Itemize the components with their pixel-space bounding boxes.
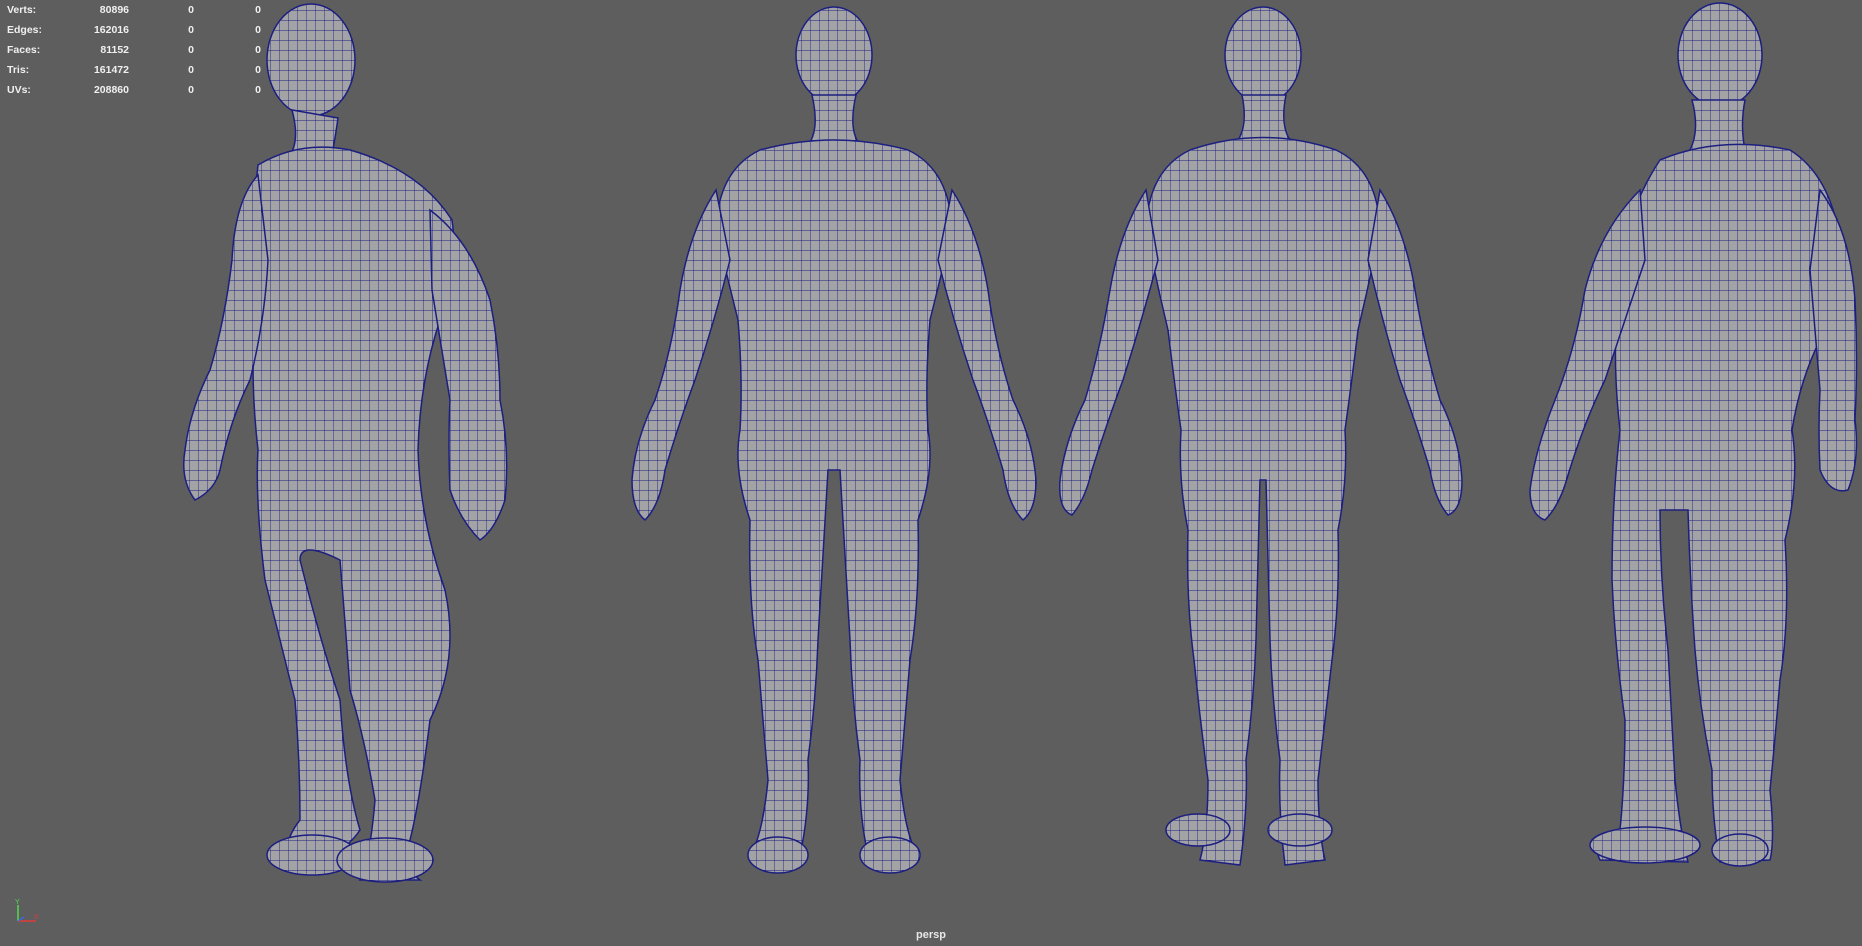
hud-row-edges: Edges: 162016 0 0 [7,20,261,40]
hud-total: 208860 [93,84,129,96]
hud-selected: 0 [188,44,194,56]
mesh-model-three-quarter-back[interactable] [1529,2,1858,867]
mesh-model-three-quarter-front[interactable] [183,3,508,883]
camera-name-label: persp [916,929,946,941]
scene-svg[interactable] [0,0,1862,946]
hud-row-verts: Verts: 80896 0 0 [7,0,261,20]
axis-x-label: X [34,914,39,921]
hud-selected: 0 [188,64,194,76]
axis-gizmo-icon: Y X [15,899,39,922]
hud-selected: 0 [188,24,194,36]
hud-component: 0 [255,84,261,96]
hud-label: Faces: [7,44,41,56]
axis-y-label: Y [15,899,20,906]
hud-label: Edges: [7,24,43,36]
hud-component: 0 [255,44,261,56]
hud-total: 81152 [100,44,129,56]
hud-row-faces: Faces: 81152 0 0 [7,40,261,60]
hud-label: Tris: [7,64,30,76]
hud-selected: 0 [188,4,194,16]
hud-component: 0 [255,64,261,76]
hud-selected: 0 [188,84,194,96]
hud-row-tris: Tris: 161472 0 0 [7,60,261,80]
hud-total: 162016 [93,24,129,36]
mesh-model-front[interactable] [631,6,1037,874]
hud-row-uvs: UVs: 208860 0 0 [7,80,261,100]
hud-total: 161472 [93,64,129,76]
poly-count-hud: Verts: 80896 0 0 Edges: 162016 0 0 Faces… [7,0,261,100]
hud-component: 0 [255,24,261,36]
hud-label: Verts: [7,4,37,16]
hud-label: UVs: [7,84,31,96]
mesh-model-back[interactable] [1059,6,1463,866]
hud-total: 80896 [99,4,129,16]
hud-component: 0 [255,4,261,16]
maya-viewport-persp[interactable]: Verts: 80896 0 0 Edges: 162016 0 0 Faces… [0,0,1862,946]
